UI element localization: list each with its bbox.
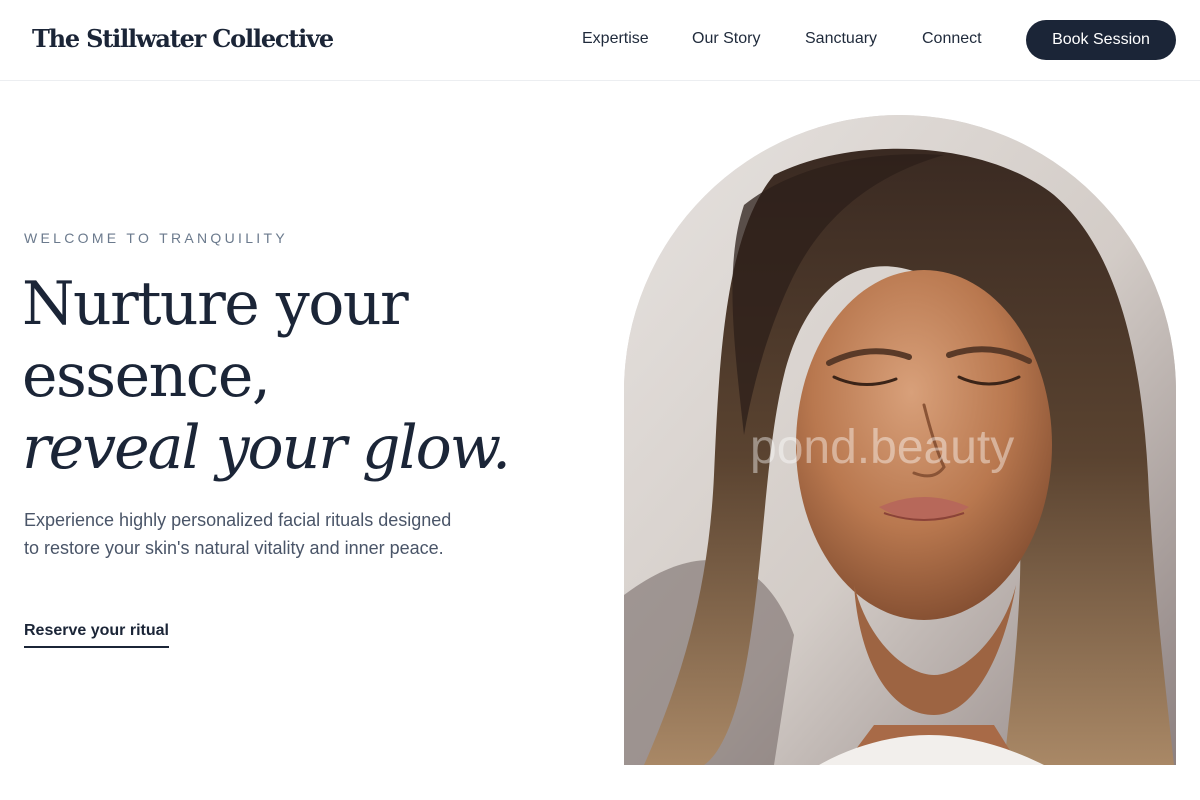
headline-line-1: Nurture your [22,269,409,339]
nav-link-sanctuary[interactable]: Sanctuary [805,30,877,50]
nav-link-our-story[interactable]: Our Story [692,30,760,50]
headline-line-3: reveal your glow. [22,413,511,483]
image-watermark: pond.beauty [750,421,1015,474]
reserve-ritual-link[interactable]: Reserve your ritual [24,622,169,648]
hero-headline: Nurture your essence, reveal your glow. [22,268,602,484]
site-header: The Stillwater Collective Expertise Our … [0,0,1200,81]
nav-link-expertise[interactable]: Expertise [582,30,649,50]
headline-line-2: essence, [22,341,271,411]
hero-description: Experience highly personalized facial ri… [24,510,452,558]
book-session-button[interactable]: Book Session [1026,20,1176,60]
nav-link-connect[interactable]: Connect [922,30,982,50]
hero-eyebrow: WELCOME TO TRANQUILITY [24,230,288,246]
brand-logo[interactable]: The Stillwater Collective [32,24,334,53]
